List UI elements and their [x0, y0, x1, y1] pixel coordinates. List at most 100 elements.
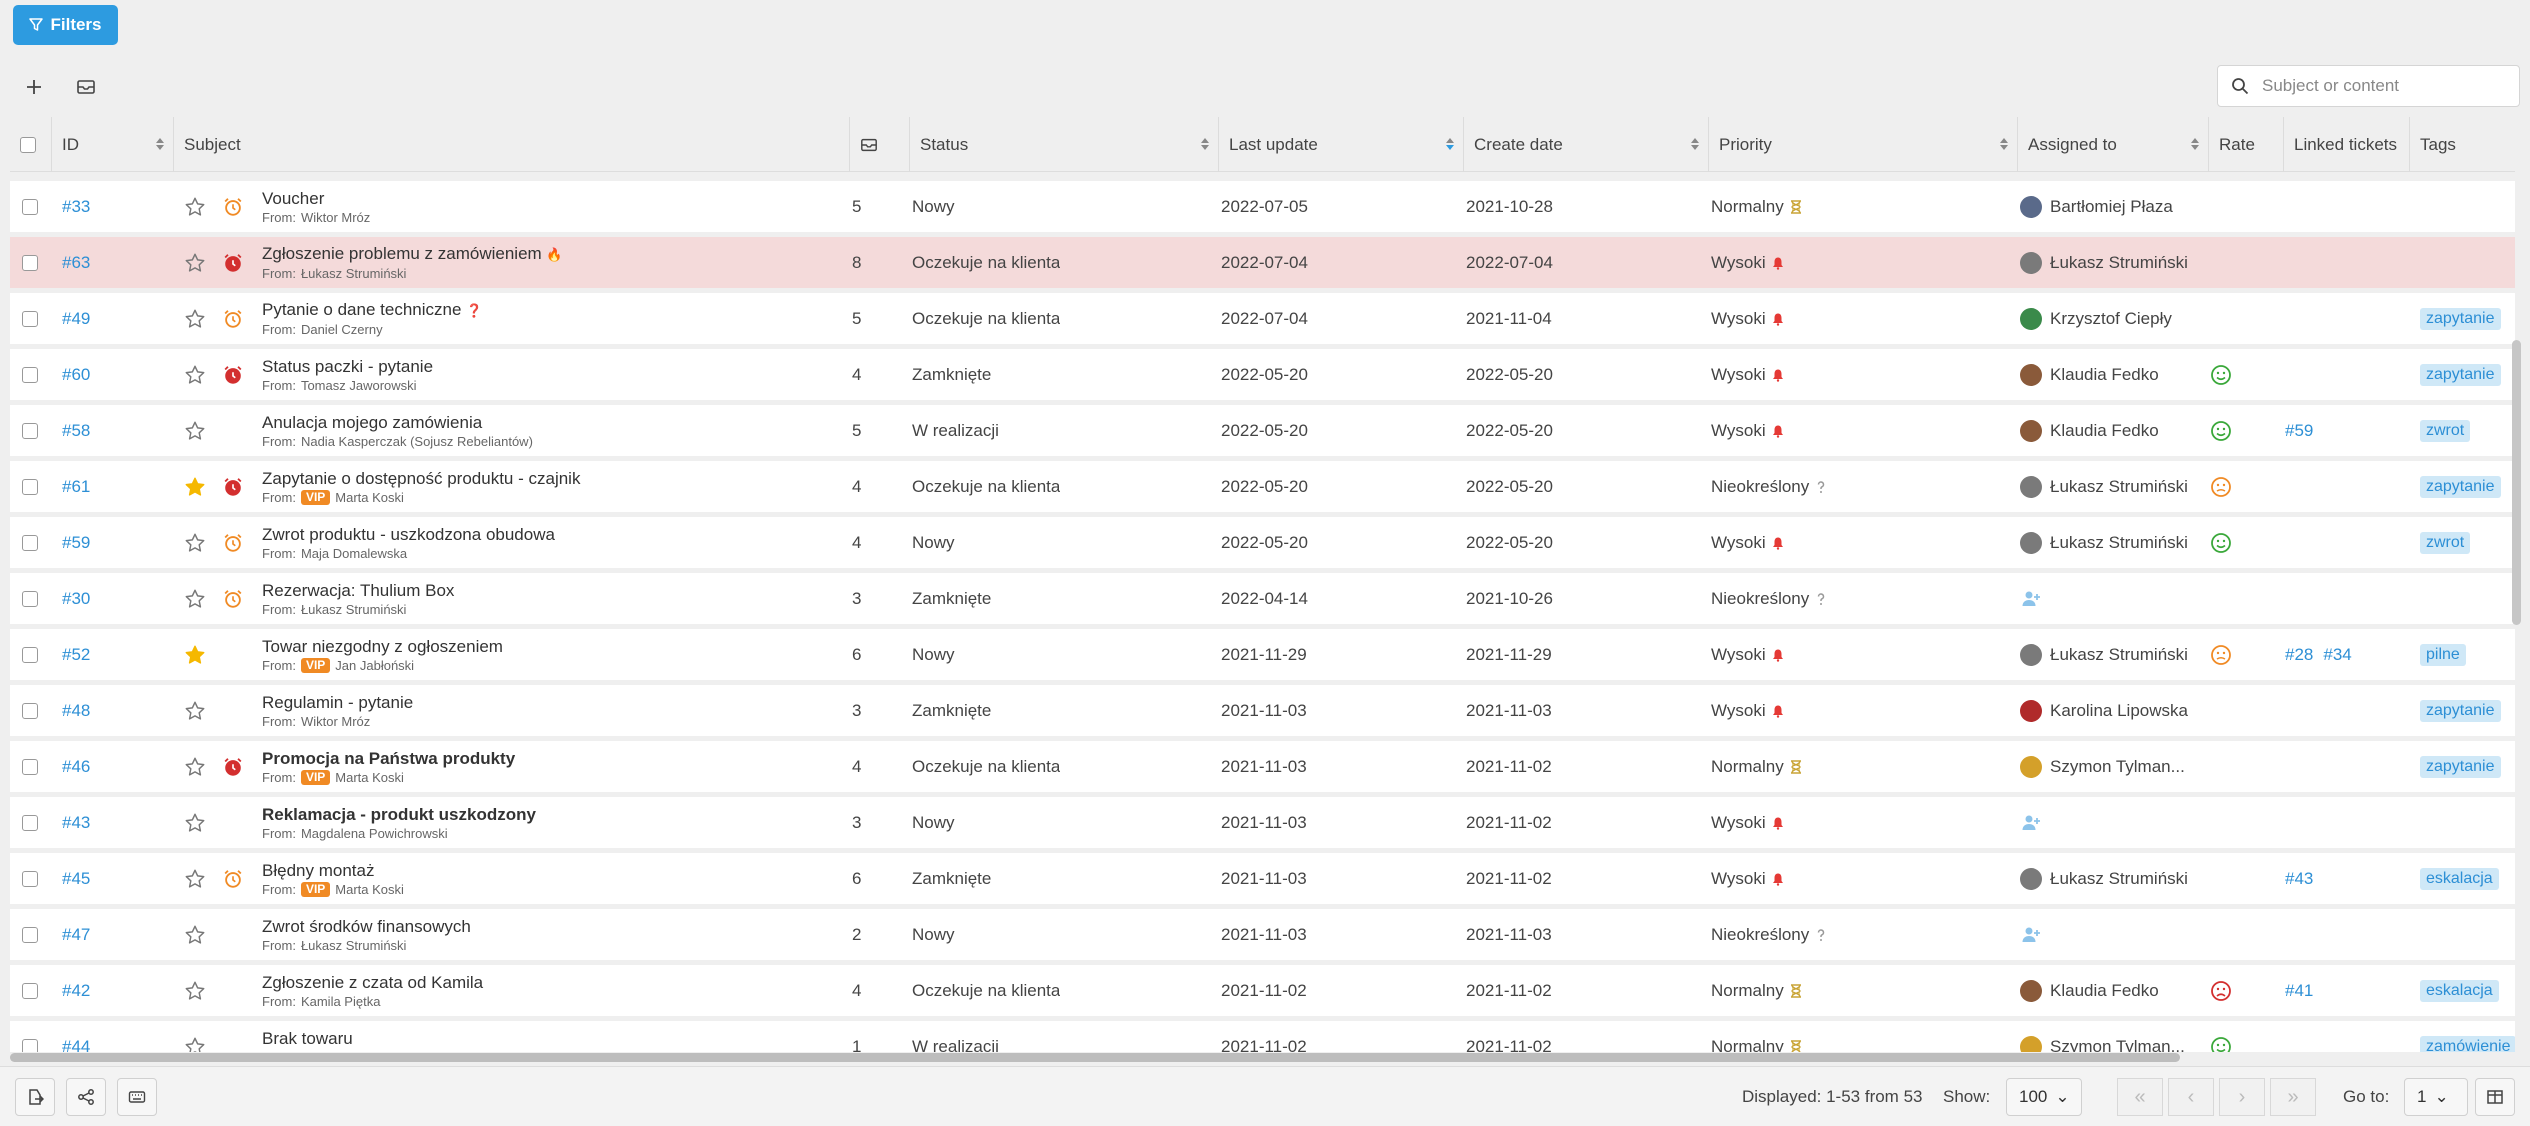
table-row[interactable]: #44 Brak towaruFrom: 1 W realizacji 2021-11-… [10, 1021, 2515, 1052]
linked-ticket-link[interactable]: #41 [2285, 981, 2313, 1001]
star-icon[interactable] [184, 181, 206, 232]
tag-badge[interactable]: zapytanie [2420, 363, 2501, 386]
star-filled-icon[interactable] [184, 461, 206, 512]
ticket-id-link[interactable]: #33 [62, 197, 90, 217]
alarm-clock-icon[interactable] [222, 349, 244, 400]
ticket-id-link[interactable]: #60 [62, 365, 90, 385]
col-rate[interactable]: Rate [2208, 117, 2293, 172]
mailbox-button[interactable] [69, 70, 103, 104]
col-last-update[interactable]: Last update [1218, 117, 1463, 172]
row-checkbox[interactable] [22, 1038, 38, 1052]
first-page-button[interactable]: « [2117, 1078, 2163, 1116]
star-filled-icon[interactable] [184, 629, 206, 680]
ticket-id-link[interactable]: #61 [62, 477, 90, 497]
subject-cell[interactable]: Zwrot środków finansowych From: Łukasz Str… [262, 909, 842, 960]
col-status[interactable]: Status [909, 117, 1218, 172]
linked-ticket-link[interactable]: #28 [2285, 645, 2313, 665]
ticket-id-link[interactable]: #30 [62, 589, 90, 609]
subject-cell[interactable]: Zgłoszenie z czata od Kamila From: Kamila … [262, 965, 842, 1016]
select-all-checkbox[interactable] [20, 136, 36, 153]
star-icon[interactable] [184, 237, 206, 288]
subject-cell[interactable]: Błędny montaż From: VIP Marta Koski [262, 853, 842, 904]
tag-badge[interactable]: zapytanie [2420, 755, 2501, 778]
star-icon[interactable] [184, 853, 206, 904]
alarm-clock-icon[interactable] [222, 741, 244, 792]
subject-cell[interactable]: Towar niezgodny z ogłoszeniem From: VIP Jan… [262, 629, 842, 680]
table-row[interactable]: #63 Zgłoszenie problemu z zamówieniem 🔥 Fr… [10, 237, 2515, 288]
add-ticket-button[interactable] [17, 70, 51, 104]
row-checkbox[interactable] [22, 758, 38, 775]
tag-badge[interactable]: eskalacja [2420, 979, 2499, 1002]
col-create-date[interactable]: Create date [1463, 117, 1708, 172]
row-checkbox[interactable] [22, 646, 38, 663]
horizontal-scrollbar[interactable] [10, 1053, 2180, 1062]
table-row[interactable]: #43 Reklamacja - produkt uszkodzony From: M… [10, 797, 2515, 848]
table-row[interactable]: #52 Towar niezgodny z ogłoszeniem From: VIP… [10, 629, 2515, 680]
subject-cell[interactable]: Brak towaruFrom: [262, 1021, 842, 1053]
alarm-clock-icon[interactable] [222, 237, 244, 288]
row-checkbox[interactable] [22, 198, 38, 215]
table-row[interactable]: #47 Zwrot środków finansowych From: Łukasz … [10, 909, 2515, 960]
col-messages[interactable] [849, 117, 909, 172]
alarm-clock-icon[interactable] [222, 517, 244, 568]
row-checkbox[interactable] [22, 366, 38, 383]
col-assigned-to[interactable]: Assigned to [2017, 117, 2208, 172]
table-row[interactable]: #58 Anulacja mojego zamówienia From: Nadia … [10, 405, 2515, 456]
ticket-id-link[interactable]: #52 [62, 645, 90, 665]
next-page-button[interactable]: › [2219, 1078, 2265, 1116]
prev-page-button[interactable]: ‹ [2168, 1078, 2214, 1116]
subject-cell[interactable]: Rezerwacja: Thulium Box From: Łukasz Strum… [262, 573, 842, 624]
filters-button[interactable]: Filters [13, 5, 118, 45]
col-tags[interactable]: Tags [2409, 117, 2515, 172]
table-row[interactable]: #48 Regulamin - pytanie From: Wiktor Mróz 3 Z… [10, 685, 2515, 736]
col-id[interactable]: ID [51, 117, 173, 172]
table-row[interactable]: #30 Rezerwacja: Thulium Box From: Łukasz St… [10, 573, 2515, 624]
export-button[interactable] [15, 1078, 55, 1116]
col-priority[interactable]: Priority [1708, 117, 2017, 172]
row-checkbox[interactable] [22, 814, 38, 831]
linked-ticket-link[interactable]: #34 [2323, 645, 2351, 665]
assign-user-button[interactable] [2020, 909, 2042, 960]
row-checkbox[interactable] [22, 870, 38, 887]
columns-layout-button[interactable] [2475, 1078, 2515, 1116]
table-row[interactable]: #60 Status paczki - pytanie From: Tomasz Ja… [10, 349, 2515, 400]
star-icon[interactable] [184, 685, 206, 736]
star-icon[interactable] [184, 293, 206, 344]
subject-cell[interactable]: Pytanie o dane techniczne ❓ From: Daniel C… [262, 293, 842, 344]
row-checkbox[interactable] [22, 982, 38, 999]
table-row[interactable]: #45 Błędny montaż From: VIP Marta Koski 6 Zamk… [10, 853, 2515, 904]
row-checkbox[interactable] [22, 254, 38, 271]
tag-badge[interactable]: zapytanie [2420, 699, 2501, 722]
ticket-id-link[interactable]: #47 [62, 925, 90, 945]
star-icon[interactable] [184, 1021, 206, 1052]
subject-cell[interactable]: Promocja na Państwa produkty From: VIP Mart… [262, 741, 842, 792]
goto-page-select[interactable]: 1 ⌄ [2404, 1078, 2468, 1116]
table-row[interactable]: #49 Pytanie o dane techniczne ❓ From: Danie… [10, 293, 2515, 344]
star-icon[interactable] [184, 573, 206, 624]
row-checkbox[interactable] [22, 702, 38, 719]
ticket-id-link[interactable]: #58 [62, 421, 90, 441]
tag-badge[interactable]: pilne [2420, 643, 2466, 666]
subject-cell[interactable]: Zapytanie o dostępność produktu - czajni… [262, 461, 842, 512]
linked-ticket-link[interactable]: #59 [2285, 421, 2313, 441]
alarm-clock-icon[interactable] [222, 461, 244, 512]
assign-user-button[interactable] [2020, 573, 2042, 624]
tag-badge[interactable]: eskalacja [2420, 867, 2499, 890]
subject-cell[interactable]: Anulacja mojego zamówienia From: Nadia Kas… [262, 405, 842, 456]
alarm-clock-icon[interactable] [222, 853, 244, 904]
col-subject[interactable]: Subject [173, 117, 849, 172]
row-checkbox[interactable] [22, 422, 38, 439]
table-row[interactable]: #59 Zwrot produktu - uszkodzona obudowa Fr… [10, 517, 2515, 568]
subject-cell[interactable]: Zgłoszenie problemu z zamówieniem 🔥 From:… [262, 237, 842, 288]
row-checkbox[interactable] [22, 926, 38, 943]
vertical-scrollbar[interactable] [2512, 340, 2521, 625]
tag-badge[interactable]: zapytanie [2420, 307, 2501, 330]
ticket-id-link[interactable]: #48 [62, 701, 90, 721]
tag-badge[interactable]: zwrot [2420, 531, 2471, 554]
subject-cell[interactable]: Voucher From: Wiktor Mróz [262, 181, 842, 232]
ticket-id-link[interactable]: #49 [62, 309, 90, 329]
search-input[interactable] [2262, 76, 2519, 96]
subject-cell[interactable]: Status paczki - pytanie From: Tomasz Jawor… [262, 349, 842, 400]
page-size-select[interactable]: 100 ⌄ [2006, 1078, 2082, 1116]
keyboard-shortcuts-button[interactable] [117, 1078, 157, 1116]
